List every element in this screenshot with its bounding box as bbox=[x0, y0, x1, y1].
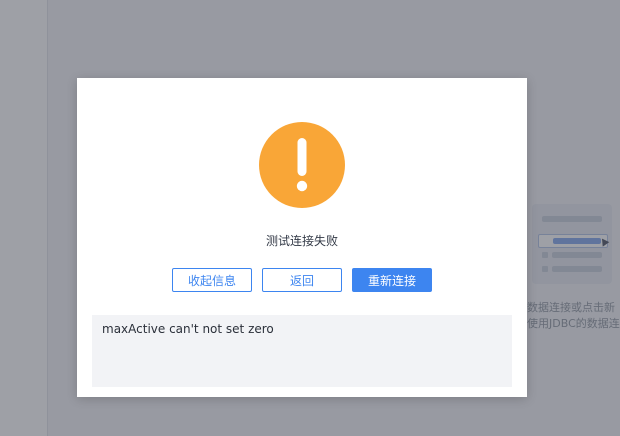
back-button[interactable]: 返回 bbox=[262, 268, 342, 292]
connection-error-dialog: 测试连接失败 收起信息 返回 重新连接 maxActive can't not … bbox=[77, 78, 527, 397]
error-message: maxActive can't not set zero bbox=[102, 322, 274, 336]
exclamation-circle-icon bbox=[259, 122, 345, 208]
error-detail-box: maxActive can't not set zero bbox=[92, 315, 512, 387]
collapse-info-button[interactable]: 收起信息 bbox=[172, 268, 252, 292]
dialog-title: 测试连接失败 bbox=[265, 234, 338, 248]
reconnect-button[interactable]: 重新连接 bbox=[352, 268, 432, 292]
